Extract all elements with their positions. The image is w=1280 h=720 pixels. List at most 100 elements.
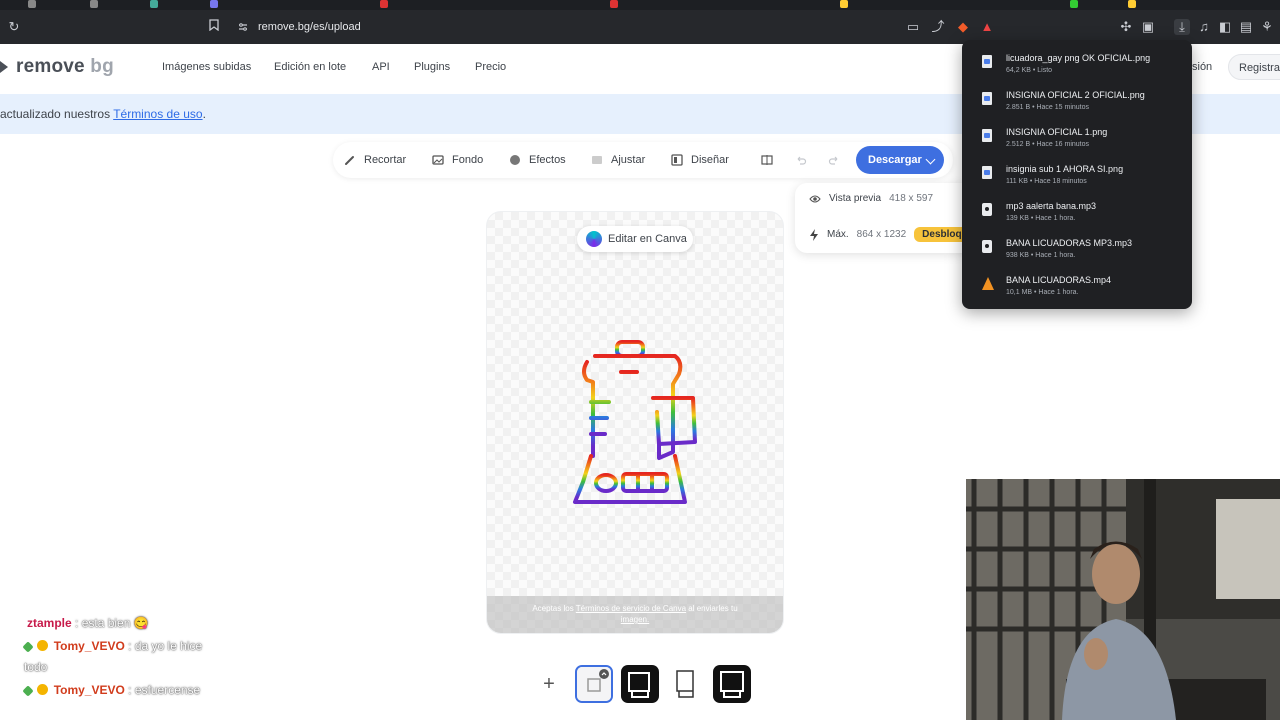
thumbnail[interactable] bbox=[667, 665, 705, 703]
browser-tab[interactable] bbox=[90, 0, 98, 8]
download-item[interactable]: BANA LICUADORAS.mp4 10,1 MB • Hace 1 hor… bbox=[962, 270, 1192, 307]
download-meta: 139 KB • Hace 1 hora. bbox=[1006, 215, 1076, 222]
site-settings-icon[interactable] bbox=[238, 22, 248, 32]
login-link[interactable]: sión bbox=[1192, 61, 1212, 73]
nav-plugins[interactable]: Plugins bbox=[414, 61, 450, 73]
download-filename: insignia sub 1 AHORA SI.png bbox=[1006, 164, 1124, 174]
crop-tool[interactable]: Recortar bbox=[344, 142, 406, 178]
blender-drawing bbox=[573, 340, 697, 504]
download-item[interactable]: BANA LICUADORAS MP3.mp3 938 KB • Hace 1 … bbox=[962, 233, 1192, 270]
browser-tab-active[interactable] bbox=[1070, 0, 1078, 8]
logo-mark-icon bbox=[0, 60, 8, 73]
preview-option[interactable]: Vista previa 418 x 597 bbox=[809, 193, 933, 204]
blender-thumb-icon bbox=[628, 672, 650, 698]
chat-text: : esfuercense bbox=[128, 683, 201, 697]
download-meta: 2.512 B • Hace 16 minutos bbox=[1006, 141, 1089, 148]
redo-button[interactable] bbox=[828, 142, 840, 178]
menu-icon[interactable]: ⚘ bbox=[1259, 19, 1275, 35]
vlc-icon bbox=[982, 277, 994, 290]
thumbnail[interactable] bbox=[713, 665, 751, 703]
download-filename: INSIGNIA OFICIAL 1.png bbox=[1006, 127, 1108, 137]
design-tool[interactable]: Diseñar bbox=[671, 142, 729, 178]
sidebar-icon[interactable]: ◧ bbox=[1217, 19, 1233, 35]
terms-link[interactable]: Términos de uso bbox=[113, 107, 202, 121]
nav-pricing[interactable]: Precio bbox=[475, 61, 506, 73]
undo-button[interactable] bbox=[795, 142, 807, 178]
download-meta: 2.851 B • Hace 15 minutos bbox=[1006, 104, 1089, 111]
compare-icon bbox=[761, 155, 773, 165]
nav-uploaded-images[interactable]: Imágenes subidas bbox=[162, 61, 251, 73]
preview-dimensions: 418 x 597 bbox=[889, 193, 934, 204]
add-image-button[interactable]: + bbox=[534, 670, 564, 700]
browser-tab[interactable] bbox=[210, 0, 218, 8]
canva-terms-line2[interactable]: imagen. bbox=[621, 615, 649, 624]
canva-terms-prefix: Aceptas los bbox=[532, 604, 576, 613]
thumbnail-selected[interactable] bbox=[575, 665, 613, 703]
download-item[interactable]: INSIGNIA OFICIAL 2 OFICIAL.png 2.851 B •… bbox=[962, 85, 1192, 122]
canva-terms-link[interactable]: Términos de servicio de Canva bbox=[576, 604, 686, 613]
cast-icon[interactable]: ▭ bbox=[905, 19, 921, 35]
browser-tab[interactable] bbox=[28, 0, 36, 8]
browser-tab[interactable] bbox=[840, 0, 848, 8]
image-canvas[interactable] bbox=[487, 212, 783, 633]
effects-tool[interactable]: Efectos bbox=[509, 142, 566, 178]
adjust-tool[interactable]: Ajustar bbox=[591, 142, 645, 178]
chat-message: Tomy_VEVO : esfuercense bbox=[22, 683, 201, 697]
reload-icon[interactable]: ↻ bbox=[6, 19, 22, 35]
blender-thumb-icon bbox=[720, 671, 744, 698]
remove-bg-logo[interactable]: remove bg bbox=[0, 56, 114, 78]
edit-in-canva-label: Editar en Canva bbox=[608, 233, 687, 245]
eye-icon bbox=[809, 195, 821, 202]
download-item[interactable]: insignia sub 1 AHORA SI.png 111 KB • Hac… bbox=[962, 159, 1192, 196]
nav-bulk-editing[interactable]: Edición en lote bbox=[274, 61, 346, 73]
download-meta: 111 KB • Hace 18 minutos bbox=[1006, 178, 1087, 185]
browser-tab[interactable] bbox=[380, 0, 388, 8]
screenshot-icon[interactable]: ▣ bbox=[1140, 19, 1156, 35]
audio-file-icon bbox=[982, 240, 992, 253]
browser-tab[interactable] bbox=[150, 0, 158, 8]
redo-icon bbox=[828, 156, 838, 165]
extensions-icon[interactable]: ✣ bbox=[1118, 19, 1134, 35]
subscriber-badge-icon bbox=[22, 641, 34, 653]
browser-tab[interactable] bbox=[1128, 0, 1136, 8]
background-tool[interactable]: Fondo bbox=[432, 142, 483, 178]
edit-in-canva-button[interactable]: Editar en Canva bbox=[577, 226, 693, 252]
nav-api[interactable]: API bbox=[372, 61, 390, 73]
browser-tab-strip bbox=[0, 0, 1280, 10]
brush-icon bbox=[345, 156, 354, 165]
browser-tab[interactable] bbox=[610, 0, 618, 8]
browser-address-bar: ↻ remove.bg/es/upload ▭ ⤴ ◆ ▲ ✣ ▣ ⤓ ♫ ◧ … bbox=[0, 10, 1280, 44]
share-icon[interactable]: ⤴ bbox=[930, 19, 946, 35]
image-icon bbox=[432, 155, 444, 165]
blender-thumb-icon bbox=[676, 670, 694, 698]
download-filename: INSIGNIA OFICIAL 2 OFICIAL.png bbox=[1006, 90, 1145, 100]
thumbnail[interactable] bbox=[621, 665, 659, 703]
download-options-card: Vista previa 418 x 597 Máx. 864 x 1232 D… bbox=[795, 183, 975, 253]
chat-text: : esta bien 😋 bbox=[75, 616, 149, 630]
downloads-icon[interactable]: ⤓ bbox=[1174, 19, 1190, 35]
rewards-icon[interactable]: ▲ bbox=[979, 19, 995, 35]
bookmark-icon[interactable] bbox=[206, 19, 222, 35]
chat-username: Tomy_VEVO bbox=[53, 639, 125, 653]
register-button[interactable]: Registrar bbox=[1228, 54, 1280, 80]
banner-text: actualizado nuestros bbox=[0, 107, 114, 121]
max-label: Máx. bbox=[827, 229, 849, 240]
compare-button[interactable] bbox=[761, 142, 773, 178]
brave-shield-icon[interactable]: ◆ bbox=[955, 19, 971, 35]
logo-suffix: bg bbox=[90, 56, 114, 77]
chat-username: ztample bbox=[27, 616, 72, 630]
download-item[interactable]: mp3 aalerta bana.mp3 139 KB • Hace 1 hor… bbox=[962, 196, 1192, 233]
media-icon[interactable]: ♫ bbox=[1196, 19, 1212, 35]
url-field[interactable]: remove.bg/es/upload bbox=[234, 16, 924, 38]
lightning-icon bbox=[810, 228, 818, 241]
downloads-panel: licuadora_gay png OK OFICIAL.png 64,2 KB… bbox=[962, 40, 1192, 309]
logo-text: remove bbox=[16, 56, 85, 77]
download-item[interactable]: licuadora_gay png OK OFICIAL.png 64,2 KB… bbox=[962, 48, 1192, 85]
download-item[interactable]: INSIGNIA OFICIAL 1.png 2.512 B • Hace 16… bbox=[962, 122, 1192, 159]
download-button[interactable]: Descargar bbox=[856, 146, 944, 174]
effects-icon bbox=[510, 155, 520, 165]
design-tool-label: Diseñar bbox=[691, 154, 729, 166]
wallet-icon[interactable]: ▤ bbox=[1238, 19, 1254, 35]
max-quality-option[interactable]: Máx. 864 x 1232 Desbloq bbox=[809, 227, 970, 242]
adjust-icon bbox=[592, 156, 602, 164]
